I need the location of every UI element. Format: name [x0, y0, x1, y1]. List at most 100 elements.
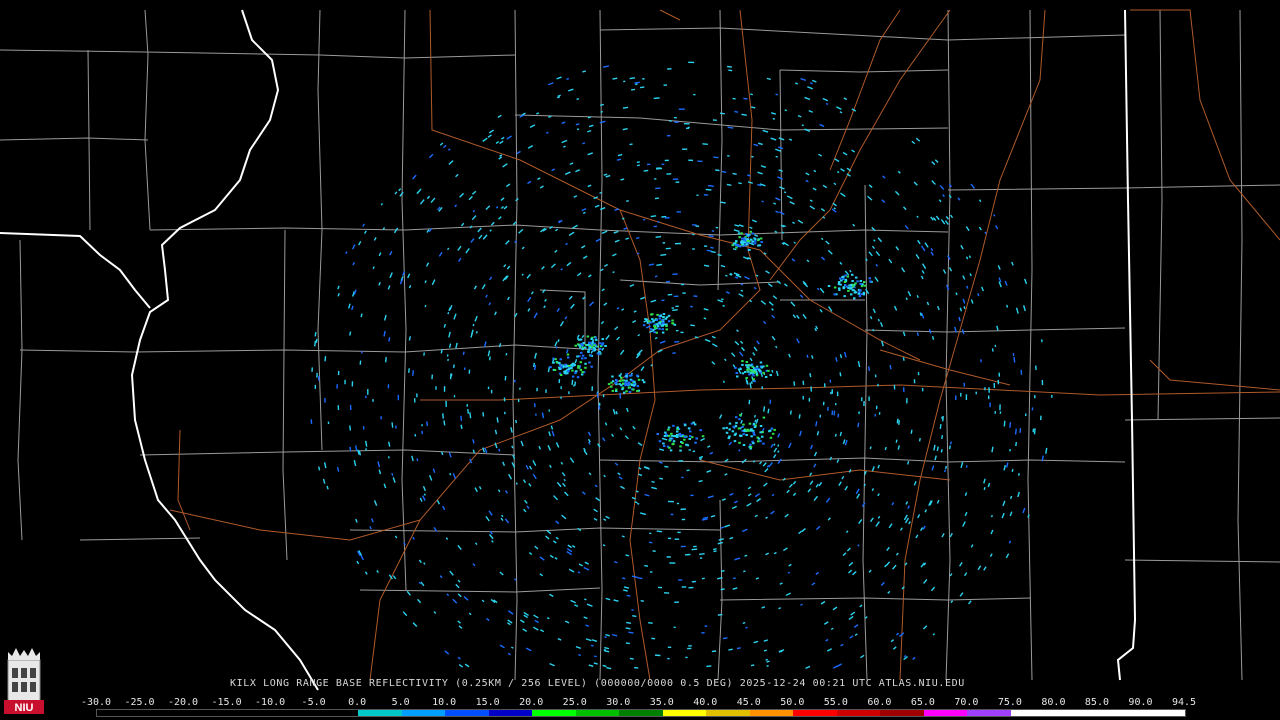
- echo-cluster-speck: [735, 421, 738, 424]
- echo-speck: [949, 214, 954, 219]
- echo-speck: [659, 477, 664, 480]
- echo-speck: [614, 462, 619, 466]
- scale-color-step: [97, 710, 141, 716]
- echo-speck: [431, 374, 434, 380]
- echo-speck: [913, 480, 917, 486]
- echo-speck: [661, 163, 665, 166]
- echo-speck: [703, 194, 709, 196]
- echo-speck: [478, 234, 483, 240]
- echo-speck: [702, 143, 708, 145]
- echo-speck: [721, 170, 727, 173]
- echo-speck: [672, 273, 678, 275]
- echo-speck: [560, 461, 564, 465]
- echo-cluster-speck: [553, 369, 557, 371]
- echo-speck: [779, 186, 785, 190]
- echo-cluster-speck: [676, 436, 679, 438]
- echo-cluster-speck: [630, 374, 633, 377]
- echo-cluster-speck: [586, 344, 589, 346]
- echo-speck: [581, 491, 586, 495]
- logo-text: NIU: [15, 702, 34, 714]
- echo-cluster-speck: [628, 382, 631, 385]
- echo-speck: [839, 431, 842, 437]
- echo-speck: [359, 360, 362, 365]
- echo-speck: [766, 660, 770, 663]
- echo-speck: [1002, 500, 1006, 507]
- echo-speck: [587, 438, 591, 443]
- echo-speck: [773, 443, 776, 446]
- echo-cluster-speck: [750, 238, 753, 241]
- scale-tick-label: 70.0: [954, 697, 979, 708]
- echo-speck: [489, 229, 492, 232]
- echo-speck: [736, 647, 741, 650]
- echo-speck: [960, 244, 964, 250]
- echo-speck: [539, 556, 545, 561]
- echo-speck: [753, 640, 759, 644]
- echo-cluster-speck: [655, 318, 659, 321]
- scale-color-step: [271, 710, 315, 716]
- echo-speck: [841, 475, 845, 480]
- echo-speck: [750, 106, 756, 109]
- echo-speck: [625, 554, 630, 557]
- echo-speck: [590, 644, 594, 647]
- echo-speck: [1041, 379, 1044, 386]
- echo-cluster-speck: [589, 354, 592, 357]
- echo-cluster-speck: [611, 375, 614, 378]
- echo-speck: [713, 156, 719, 159]
- echo-speck: [457, 245, 462, 251]
- echo-speck: [945, 216, 949, 220]
- echo-cluster-speck: [579, 346, 582, 349]
- echo-speck: [895, 246, 900, 251]
- echo-speck: [667, 657, 670, 660]
- echo-speck: [626, 621, 632, 624]
- echo-cluster-speck: [658, 317, 662, 320]
- scale-color-step: [227, 710, 272, 716]
- echo-cluster-speck: [658, 322, 662, 325]
- echo-speck: [337, 405, 340, 411]
- echo-speck: [498, 156, 503, 160]
- echo-speck: [706, 249, 712, 252]
- echo-speck: [387, 384, 390, 389]
- scale-color-bar: [96, 709, 1186, 717]
- echo-speck: [502, 163, 508, 168]
- scale-tick-label: 15.0: [475, 697, 500, 708]
- echo-speck: [453, 395, 456, 398]
- echo-speck: [692, 248, 695, 250]
- echo-cluster-speck: [671, 322, 674, 325]
- echo-speck: [902, 357, 905, 361]
- echo-cluster-speck: [586, 335, 590, 338]
- echo-speck: [555, 346, 558, 349]
- echo-speck: [569, 457, 575, 463]
- echo-speck: [431, 279, 436, 286]
- echo-speck: [815, 571, 819, 575]
- echo-speck: [703, 308, 709, 311]
- echo-speck: [554, 557, 558, 560]
- echo-speck: [692, 450, 696, 453]
- echo-speck: [931, 336, 935, 340]
- echo-speck: [407, 273, 411, 279]
- echo-speck: [822, 184, 828, 189]
- echo-speck: [481, 599, 485, 603]
- echo-speck: [687, 647, 692, 650]
- echo-speck: [508, 473, 513, 480]
- echo-speck: [326, 485, 329, 490]
- echo-cluster-speck: [570, 364, 573, 367]
- echo-speck: [560, 386, 562, 390]
- echo-speck: [576, 334, 580, 339]
- echo-cluster-speck: [559, 358, 562, 361]
- echo-cluster-speck: [735, 372, 738, 374]
- echo-speck: [447, 358, 449, 362]
- echo-speck: [675, 329, 679, 332]
- echo-speck: [695, 225, 700, 227]
- echo-cluster-speck: [588, 341, 591, 344]
- scale-tick-label: 40.0: [693, 697, 718, 708]
- echo-speck: [958, 316, 961, 322]
- echo-speck: [959, 307, 963, 312]
- echo-speck: [805, 172, 810, 176]
- echo-speck: [799, 294, 804, 299]
- echo-speck: [474, 487, 478, 493]
- echo-speck: [806, 354, 809, 358]
- echo-speck: [488, 129, 495, 134]
- echo-speck: [788, 353, 791, 358]
- echo-speck: [832, 606, 838, 611]
- echo-speck: [587, 184, 592, 188]
